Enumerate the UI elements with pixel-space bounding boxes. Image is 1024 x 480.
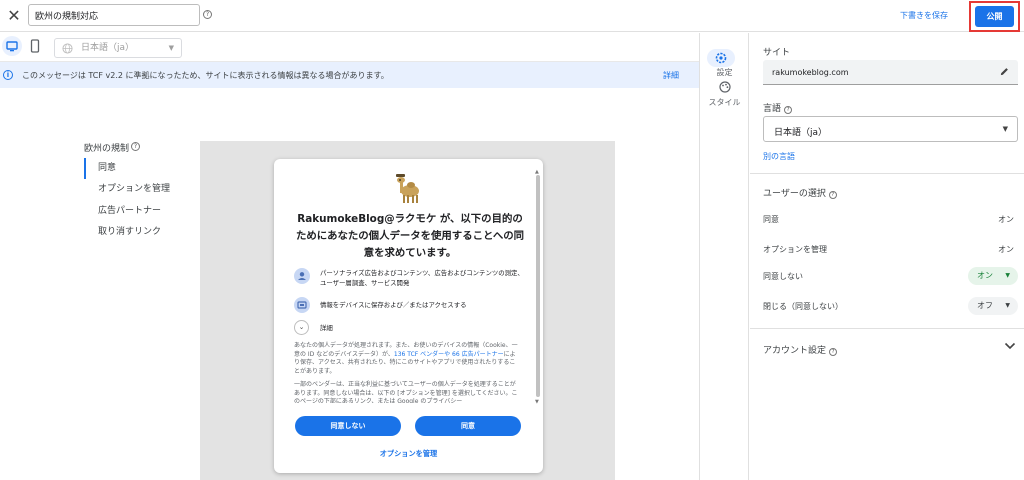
gear-icon (707, 49, 735, 67)
dialog-scrollbar[interactable]: ▲ ▼ (535, 169, 540, 405)
help-icon[interactable]: ? (131, 142, 140, 151)
scroll-thumb[interactable] (536, 175, 540, 397)
settings-tab-rail: 設定 スタイル (699, 33, 749, 480)
preview-language-value: 日本語（ja） (81, 43, 135, 53)
top-bar: ✕ ? 下書きを保存 公開 (0, 0, 1024, 32)
choice-label: オプションを管理 (763, 245, 827, 254)
chevron-down-icon: ▼ (1002, 125, 1008, 133)
chevron-down-icon[interactable] (1004, 341, 1016, 351)
account-settings-label[interactable]: アカウント設定? (763, 343, 838, 356)
purpose-text: 情報をデバイスに保存および／またはアクセスする (320, 301, 467, 309)
disagree-button[interactable]: 同意しない (295, 416, 401, 436)
mobile-icon[interactable] (28, 36, 42, 56)
nav-item-manage-options[interactable]: オプションを管理 (84, 179, 170, 200)
scroll-down-icon[interactable]: ▼ (535, 399, 539, 405)
choice-row-close: 閉じる（同意しない） オフ ▼ (763, 297, 1018, 317)
banner-message: このメッセージは TCF v2.2 に準拠になったため、サイトに表示される情報は… (22, 71, 389, 80)
toggle-value: オフ (977, 301, 993, 310)
choice-label: 同意 (763, 215, 779, 224)
site-field[interactable]: rakumokeblog.com (763, 60, 1018, 85)
help-icon[interactable]: ? (828, 191, 837, 199)
choice-row-manage-options: オプションを管理 オン (763, 239, 1018, 259)
divider (750, 328, 1024, 329)
info-icon: i (3, 70, 13, 80)
help-icon[interactable]: ? (203, 10, 212, 19)
tab-style-label: スタイル (708, 98, 741, 107)
globe-icon (62, 43, 73, 54)
info-banner: i このメッセージは TCF v2.2 に準拠になったため、サイトに表示される情… (0, 62, 699, 88)
nav-item-revoke-link[interactable]: 取り消すリンク (84, 222, 161, 243)
dialog-paragraph: あなたの個人データが処理されます。また、お使いのデバイスの情報（Cookie、一… (294, 342, 520, 376)
device-storage-icon (294, 297, 310, 313)
palette-icon (719, 81, 731, 93)
chevron-down-icon: ▼ (1005, 272, 1010, 279)
choice-label: 同意しない (763, 272, 803, 281)
publish-button[interactable]: 公開 (975, 6, 1014, 27)
help-icon[interactable]: ? (829, 348, 838, 356)
user-choice-label: ユーザーの選択? (763, 186, 837, 199)
choice-state: オン (998, 245, 1014, 254)
person-icon (294, 268, 310, 284)
purpose-text: パーソナライズ広告およびコンテンツ、広告およびコンテンツの測定、ユーザー層調査、… (320, 269, 524, 287)
detail-label: 詳細 (320, 324, 333, 332)
close-icon[interactable]: ✕ (4, 6, 24, 26)
vendor-link[interactable]: 136 TCF ベンダーや 66 広告パートナー (394, 351, 504, 358)
choice-label: 閉じる（同意しない） (763, 302, 843, 311)
disagree-toggle-select[interactable]: オン ▼ (968, 267, 1018, 285)
banner-detail-link[interactable]: 詳細 (663, 70, 679, 81)
nav-item-consent[interactable]: 同意 (84, 158, 116, 179)
chevron-down-icon[interactable]: ⌄ (294, 320, 309, 335)
choice-state: オン (998, 215, 1014, 224)
tab-settings-label: 設定 (716, 68, 733, 77)
agree-button[interactable]: 同意 (415, 416, 521, 436)
site-label: サイト (763, 48, 791, 58)
nav-title: 欧州の規制 (84, 144, 130, 154)
consent-dialog-preview: RakumokeBlog@ラクモケ が、以下の目的のためにあなたの個人データを使… (274, 159, 543, 473)
other-language-link[interactable]: 別の言語 (763, 151, 795, 162)
manage-options-link[interactable]: オプションを管理 (274, 449, 543, 459)
choice-row-disagree: 同意しない オン ▼ (763, 267, 1018, 287)
save-draft-button[interactable]: 下書きを保存 (900, 10, 948, 21)
message-title-input[interactable] (28, 4, 200, 26)
settings-panel: サイト rakumokeblog.com 言語? 日本語（ja） ▼ 別の言語 … (750, 33, 1024, 480)
preview-language-select[interactable]: 日本語（ja） ▼ (54, 38, 182, 58)
dialog-heading: RakumokeBlog@ラクモケ が、以下の目的のためにあなたの個人データを使… (295, 213, 525, 259)
edit-pencil-icon[interactable] (999, 66, 1010, 77)
scroll-fade (274, 403, 543, 409)
account-settings-label-text: アカウント設定 (763, 346, 827, 356)
device-toolbar: 日本語（ja） ▼ (0, 33, 699, 62)
help-icon[interactable]: ? (784, 106, 793, 114)
nav-item-ad-partners[interactable]: 広告パートナー (84, 201, 161, 222)
language-value: 日本語（ja） (774, 128, 828, 138)
language-select[interactable]: 日本語（ja） ▼ (763, 116, 1018, 142)
toggle-value: オン (977, 271, 993, 280)
language-label-text: 言語 (763, 104, 782, 114)
user-choice-label-text: ユーザーの選択 (763, 189, 826, 199)
choice-row-consent: 同意 オン (763, 209, 1018, 229)
publish-highlight: 公開 (969, 1, 1020, 32)
close-toggle-select[interactable]: オフ ▼ (968, 297, 1018, 315)
language-label: 言語? (763, 101, 793, 114)
chevron-down-icon: ▼ (168, 44, 174, 52)
chevron-down-icon: ▼ (1005, 302, 1010, 309)
desktop-icon[interactable] (2, 36, 22, 56)
divider (750, 173, 1024, 174)
camel-logo-icon (396, 174, 419, 203)
site-value: rakumokeblog.com (772, 68, 849, 77)
